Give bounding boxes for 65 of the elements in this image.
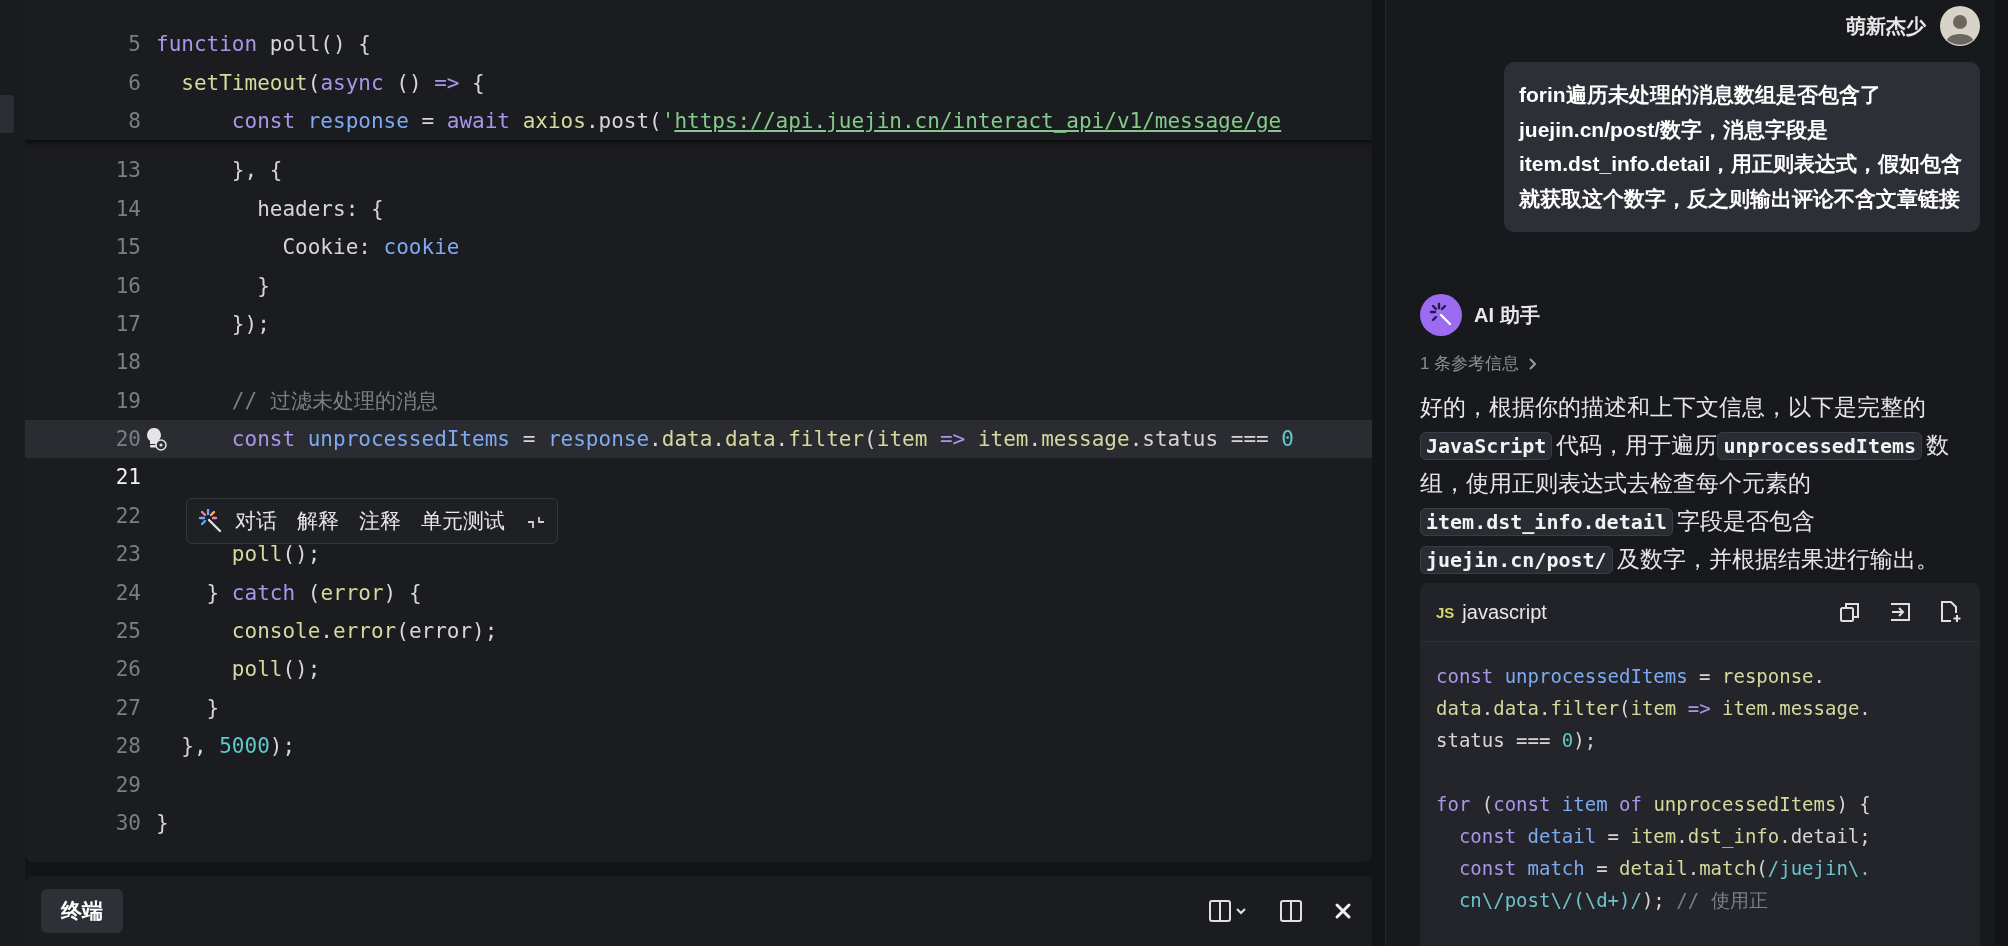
toolbar-action[interactable]: 对话: [227, 503, 285, 539]
code-line: status === 0);: [1436, 729, 1597, 751]
code-line: }: [257, 273, 270, 298]
code-line: Cookie: cookie: [282, 235, 460, 260]
line-number: 28: [114, 734, 141, 759]
copy-icon[interactable]: [1838, 600, 1862, 624]
line-number: 19: [114, 388, 141, 413]
lightbulb-icon[interactable]: [145, 426, 167, 451]
panel-tab[interactable]: 终端: [41, 889, 123, 933]
language-label: javascript: [1462, 600, 1547, 624]
line-number: 8: [127, 108, 141, 133]
line-number: 15: [114, 235, 141, 260]
split-icon[interactable]: [1278, 898, 1304, 924]
code-line: poll();: [231, 542, 321, 567]
code-line: function poll() {: [156, 32, 371, 57]
line-number: 13: [114, 158, 141, 183]
code-line: console.error(error);: [231, 619, 498, 644]
code-line: });: [231, 311, 270, 336]
user-message: forin遍历未处理的消息数组是否包含了juejin.cn/post/数字，消息字段是item.dst_info.detail，用正则表达式，假如包含就获取这个数字，反之则输出评论不含文章链接: [1504, 62, 1980, 232]
line-number: 29: [114, 772, 141, 797]
line-number: 20: [114, 427, 141, 452]
line-number: 27: [114, 695, 141, 720]
avatar[interactable]: [1940, 6, 1980, 46]
line-number: 18: [114, 350, 141, 375]
code-line: // 过滤未处理的消息: [231, 387, 438, 415]
line-number: 22: [114, 503, 141, 528]
line-number: 6: [127, 70, 141, 95]
toolbar-action[interactable]: 解释: [289, 503, 347, 539]
code-line: }: [156, 811, 169, 835]
line-number: 25: [114, 619, 141, 644]
code-line: data.data.filter(item => item.message.: [1436, 697, 1871, 719]
user-name: 萌新杰少: [1846, 13, 1926, 39]
code-line: const match = detail.match(/juejin\.: [1458, 857, 1871, 879]
insert-icon[interactable]: [1888, 600, 1912, 624]
code-line: headers: {: [257, 196, 384, 221]
toolbar-action[interactable]: 单元测试: [413, 503, 513, 539]
code-line: const unprocessedItems = response.data.data.filter(item => item.message.status === 0: [231, 427, 1294, 452]
sparkle-icon: [197, 508, 223, 534]
code-line: } catch (error) {: [206, 580, 422, 605]
assistant-name: AI 助手: [1474, 302, 1540, 328]
ai-assistant-icon: [1420, 294, 1462, 336]
code-line: }: [206, 695, 220, 720]
code-line: poll();: [231, 657, 321, 682]
line-number: 26: [114, 657, 141, 682]
line-number: 21: [114, 465, 141, 490]
code-line: for (const item of unprocessedItems) {: [1436, 793, 1871, 815]
line-number: 17: [114, 311, 141, 336]
code-line: const response = await axios.post('https://api.juejin.cn/interact_api/v1/message/ge: [231, 108, 1282, 133]
code-line: setTimeout(async () => {: [181, 70, 485, 95]
answer-text: 好的，根据你的描述和上下文信息，以下是完整的 JavaScript 代码，用于遍历 unprocessedItems 数组，使用正则表达式去检查每个元素的 item.dst_info.detail 字段是否包含 juejin.cn/post/ 及数字，并根据结果进行输出。: [1420, 394, 1951, 576]
language-abbreviation: JS: [1436, 603, 1455, 621]
line-number: 23: [114, 542, 141, 567]
new-file-icon[interactable]: [1938, 600, 1962, 624]
code-line: }, {: [231, 158, 283, 183]
line-number: 24: [114, 580, 141, 605]
references-link[interactable]: 1 条参考信息: [1420, 352, 1520, 375]
code-line: const unprocessedItems = response.: [1436, 665, 1825, 687]
toolbar-action[interactable]: 注释: [351, 503, 409, 539]
code-line: }, 5000);: [181, 734, 296, 759]
line-number: 30: [114, 811, 141, 835]
line-number: 5: [127, 32, 141, 57]
code-line: cn\/post\/(\d+)/); // 使用正: [1458, 889, 1768, 911]
line-number: 16: [114, 273, 141, 298]
line-number: 14: [114, 196, 141, 221]
code-line: const detail = item.dst_info.detail;: [1458, 825, 1871, 847]
